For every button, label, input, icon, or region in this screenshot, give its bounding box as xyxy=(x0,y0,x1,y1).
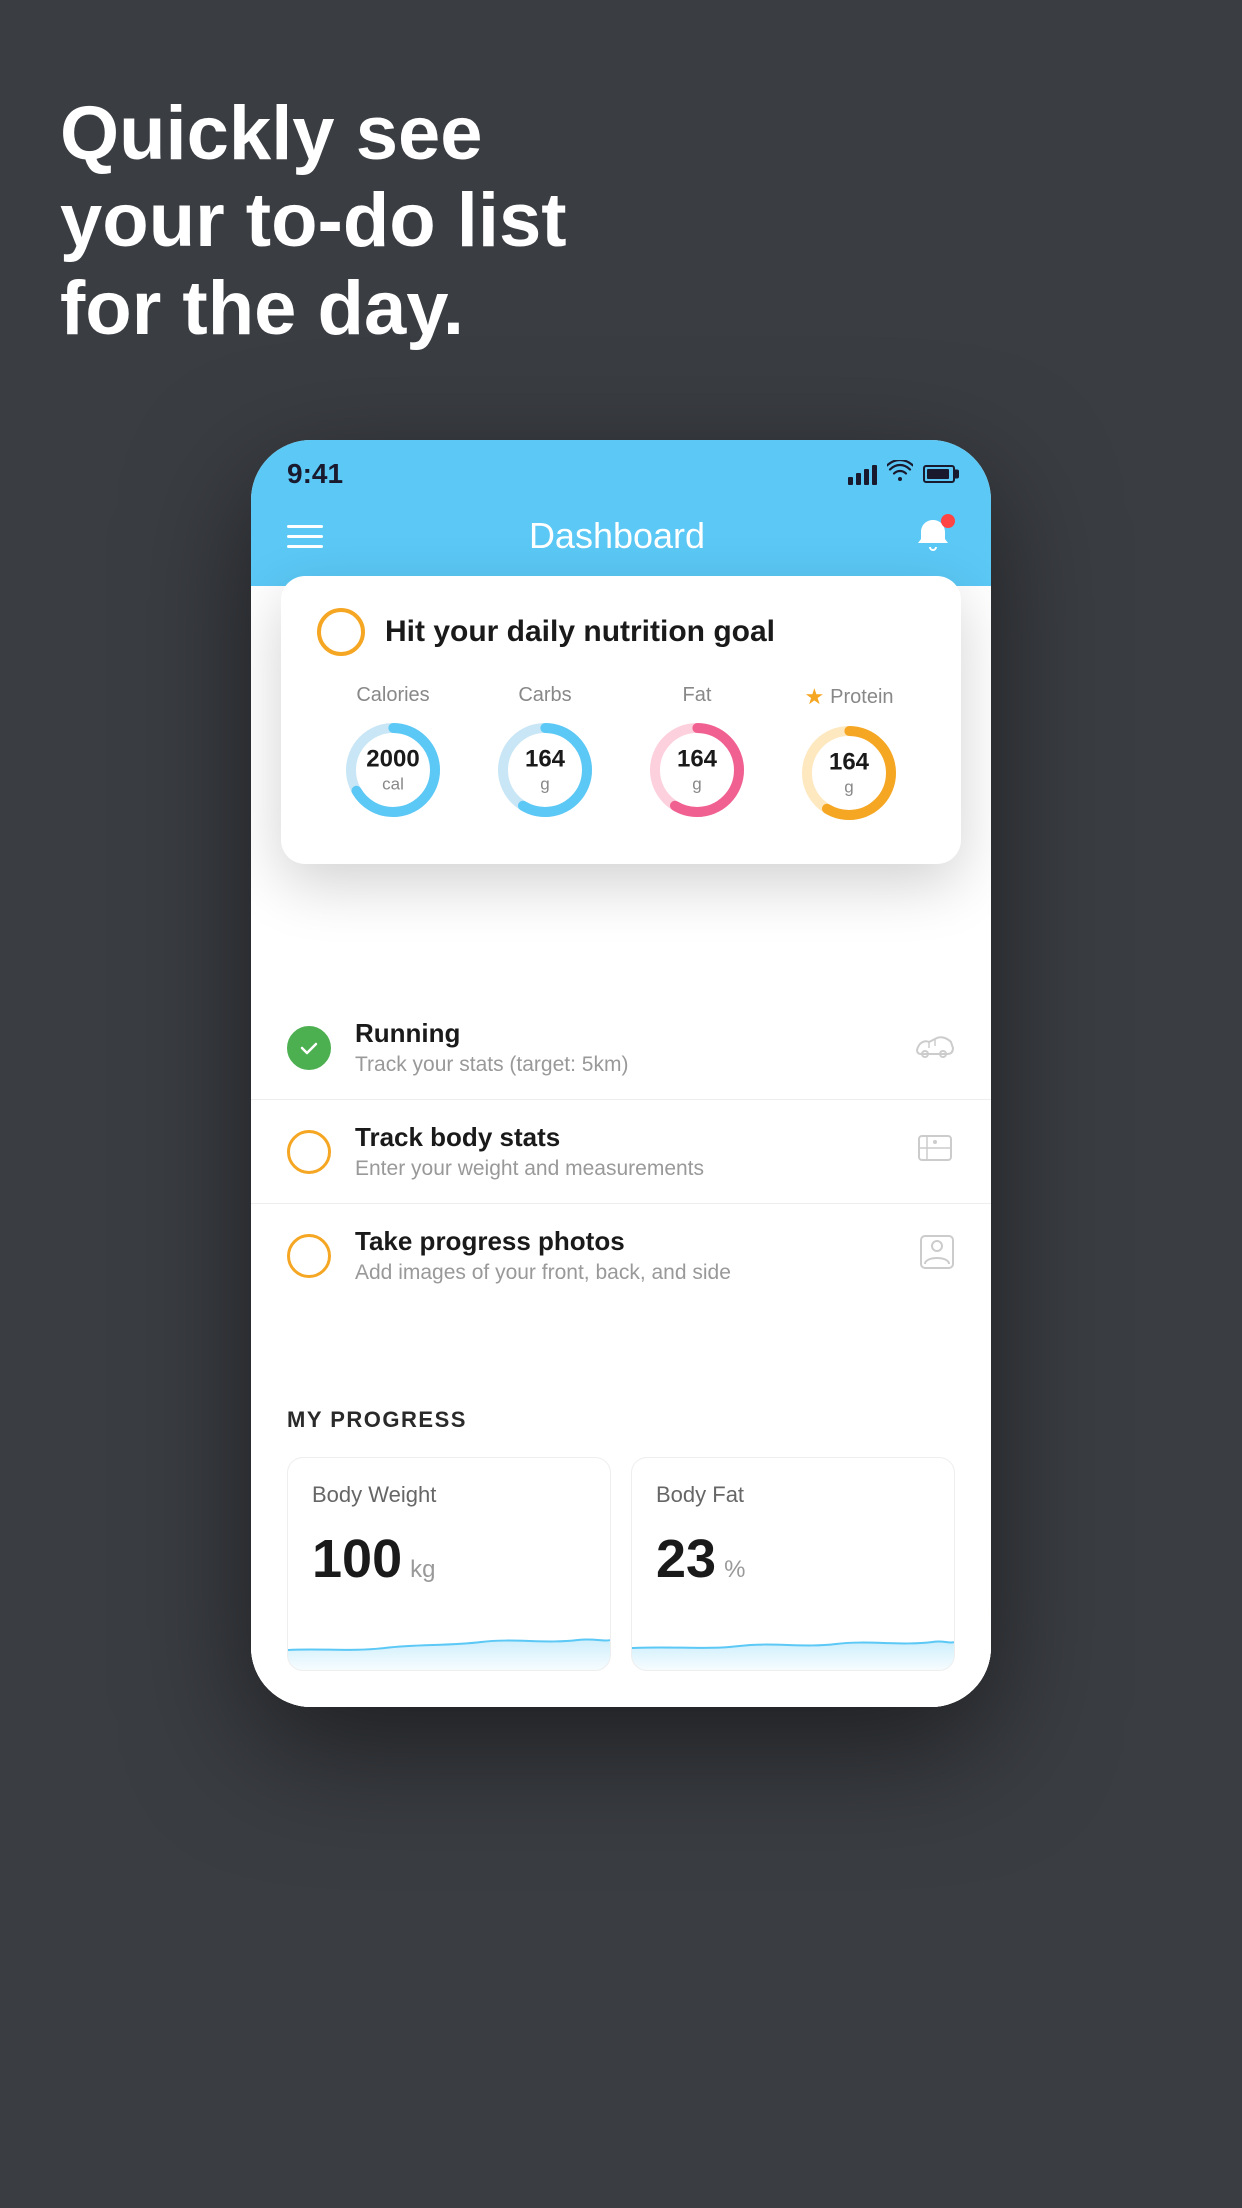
headline: Quickly see your to-do list for the day. xyxy=(60,90,567,352)
body-stats-title: Track body stats xyxy=(355,1122,891,1153)
nutrition-card: Hit your daily nutrition goal Calories xyxy=(281,576,961,864)
calories-label: Calories xyxy=(356,684,429,707)
body-stats-circle xyxy=(287,1130,331,1174)
wifi-icon xyxy=(887,460,913,488)
status-time: 9:41 xyxy=(287,458,343,490)
progress-cards: Body Weight 100 kg xyxy=(287,1457,955,1671)
body-fat-unit: % xyxy=(724,1556,745,1584)
body-stats-subtitle: Enter your weight and measurements xyxy=(355,1157,891,1181)
body-fat-card: Body Fat 23 % xyxy=(631,1457,955,1671)
progress-photos-title: Take progress photos xyxy=(355,1226,895,1257)
progress-photos-circle xyxy=(287,1234,331,1278)
nutrition-circle-check[interactable] xyxy=(317,608,365,656)
calories-unit: cal xyxy=(366,774,419,794)
calories-donut: 2000 cal xyxy=(338,715,448,825)
progress-title: MY PROGRESS xyxy=(287,1407,955,1433)
carbs-label: Carbs xyxy=(518,684,571,707)
carbs-value: 164 xyxy=(525,745,565,774)
nutrition-card-header: Hit your daily nutrition goal xyxy=(317,608,925,656)
metric-calories: Calories 2000 cal xyxy=(338,684,448,825)
running-subtitle: Track your stats (target: 5km) xyxy=(355,1053,891,1077)
headline-line2: your to-do list xyxy=(60,177,567,264)
nutrition-metrics: Calories 2000 cal xyxy=(317,684,925,828)
fat-unit: g xyxy=(677,774,717,794)
todo-item-body-stats[interactable]: Track body stats Enter your weight and m… xyxy=(251,1100,991,1204)
status-icons xyxy=(848,460,955,488)
notification-button[interactable] xyxy=(911,514,955,558)
body-fat-chart xyxy=(632,1610,954,1670)
fat-value: 164 xyxy=(677,745,717,774)
body-weight-number: 100 xyxy=(312,1528,402,1590)
running-content: Running Track your stats (target: 5km) xyxy=(355,1018,891,1077)
carbs-donut: 164 g xyxy=(490,715,600,825)
spacer xyxy=(251,1307,991,1367)
body-stats-content: Track body stats Enter your weight and m… xyxy=(355,1122,891,1181)
body-weight-card-title: Body Weight xyxy=(312,1482,586,1508)
protein-unit: g xyxy=(829,777,869,797)
carbs-unit: g xyxy=(525,774,565,794)
protein-star-icon: ★ xyxy=(804,684,824,710)
progress-photos-content: Take progress photos Add images of your … xyxy=(355,1226,895,1285)
body-fat-card-title: Body Fat xyxy=(656,1482,930,1508)
metric-fat: Fat 164 g xyxy=(642,684,752,825)
body-weight-value-row: 100 kg xyxy=(312,1528,586,1590)
calories-value: 2000 xyxy=(366,745,419,774)
headline-line3: for the day. xyxy=(60,265,567,352)
metric-protein: ★ Protein 164 g xyxy=(794,684,904,828)
app-content: THINGS TO DO TODAY Hit your daily nutrit… xyxy=(251,586,991,1707)
protein-donut: 164 g xyxy=(794,718,904,828)
fat-label: Fat xyxy=(683,684,712,707)
header-title: Dashboard xyxy=(529,515,705,557)
battery-icon xyxy=(923,465,955,483)
background: Quickly see your to-do list for the day.… xyxy=(0,0,1242,2208)
nutrition-title: Hit your daily nutrition goal xyxy=(385,615,775,649)
progress-section: MY PROGRESS Body Weight 100 kg xyxy=(251,1367,991,1707)
todo-item-running[interactable]: Running Track your stats (target: 5km) xyxy=(251,996,991,1100)
metric-carbs: Carbs 164 g xyxy=(490,684,600,825)
person-icon xyxy=(919,1234,955,1278)
app-header: Dashboard xyxy=(251,498,991,586)
body-fat-number: 23 xyxy=(656,1528,716,1590)
scale-icon xyxy=(915,1130,955,1174)
status-bar: 9:41 xyxy=(251,440,991,498)
menu-button[interactable] xyxy=(287,525,323,548)
fat-donut: 164 g xyxy=(642,715,752,825)
protein-value: 164 xyxy=(829,748,869,777)
phone-mockup: 9:41 xyxy=(251,440,991,1707)
todo-item-progress-photos[interactable]: Take progress photos Add images of your … xyxy=(251,1204,991,1307)
body-weight-card: Body Weight 100 kg xyxy=(287,1457,611,1671)
running-circle xyxy=(287,1026,331,1070)
body-weight-chart xyxy=(288,1610,610,1670)
protein-label: ★ Protein xyxy=(804,684,893,710)
body-fat-value-row: 23 % xyxy=(656,1528,930,1590)
progress-photos-subtitle: Add images of your front, back, and side xyxy=(355,1261,895,1285)
signal-icon xyxy=(848,463,877,485)
running-title: Running xyxy=(355,1018,891,1049)
running-shoe-icon xyxy=(915,1028,955,1068)
headline-line1: Quickly see xyxy=(60,90,567,177)
body-weight-unit: kg xyxy=(410,1556,435,1584)
